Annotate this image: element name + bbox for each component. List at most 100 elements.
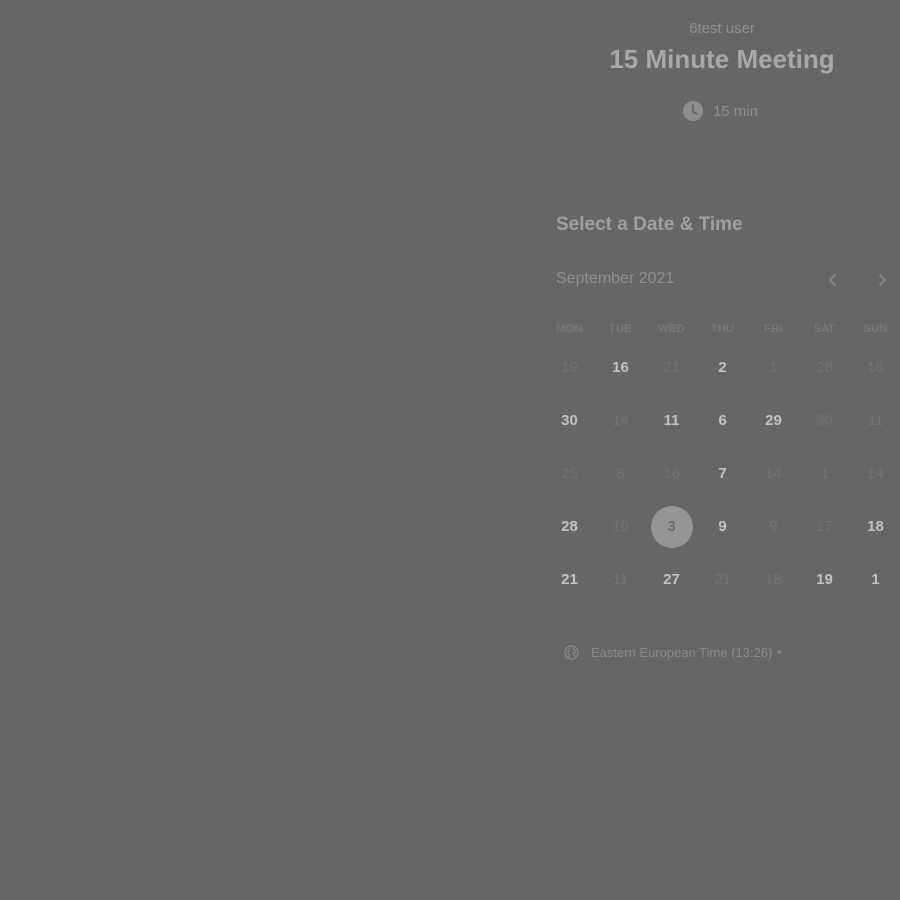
calendar-day-available[interactable]: 28 bbox=[549, 506, 591, 548]
calendar-day-cell: 1 bbox=[748, 341, 799, 394]
calendar-day-selected[interactable]: 3 bbox=[650, 505, 693, 548]
calendar-day-cell: 18 bbox=[748, 553, 799, 606]
calendar-day-cell: 9 bbox=[697, 500, 748, 553]
calendar-day-disabled: 11 bbox=[612, 571, 629, 588]
previous-month-button[interactable] bbox=[819, 266, 847, 294]
calendar-weeks: 19 16 21 2 1 28 16 30 14 11 6 29 30 11 25 8 16 7 14 1 14 28 10… bbox=[544, 341, 900, 606]
weekday-label: THU bbox=[710, 322, 735, 335]
calendar-day-cell: 8 bbox=[595, 447, 646, 500]
calendar-day-available[interactable]: 29 bbox=[753, 400, 795, 442]
calendar-day-cell: 1 bbox=[850, 553, 900, 606]
calendar-day-disabled: 8 bbox=[616, 465, 625, 482]
calendar-day-disabled: 1 bbox=[820, 465, 829, 482]
calendar-day-cell: 28 bbox=[544, 500, 595, 553]
calendar-week-row: 19 16 21 2 1 28 16 bbox=[544, 341, 900, 394]
calendar-day-cell: 7 bbox=[697, 447, 748, 500]
calendar-day-cell: 9 bbox=[748, 500, 799, 553]
calendar-day-cell: 1 bbox=[799, 447, 850, 500]
calendar-day-disabled: 25 bbox=[561, 465, 578, 482]
weekday-label: SUN bbox=[863, 322, 888, 335]
calendar-day-cell: 21 bbox=[646, 341, 697, 394]
clock-icon bbox=[682, 100, 704, 122]
calendar-day-cell: 30 bbox=[544, 394, 595, 447]
calendar-day-cell: 11 bbox=[595, 553, 646, 606]
calendar-day-cell: 16 bbox=[595, 341, 646, 394]
calendar-day-cell: 25 bbox=[544, 447, 595, 500]
event-title: 15 Minute Meeting bbox=[609, 44, 835, 74]
next-month-button[interactable] bbox=[868, 266, 896, 294]
event-duration: 15 min bbox=[682, 100, 758, 122]
calendar-day-cell: 19 bbox=[799, 553, 850, 606]
weekday-label: FRI bbox=[764, 322, 783, 335]
calendar-day-available[interactable]: 19 bbox=[804, 559, 846, 601]
calendar-day-cell: 6 bbox=[697, 394, 748, 447]
calendar-week-row: 30 14 11 6 29 30 11 bbox=[544, 394, 900, 447]
organizer-name: 6test user bbox=[689, 20, 755, 37]
duration-label: 15 min bbox=[713, 102, 759, 120]
calendar-day-cell: 3 bbox=[646, 500, 697, 553]
caret-down-icon: ▾ bbox=[777, 647, 782, 657]
calendar-day-available[interactable]: 30 bbox=[549, 400, 591, 442]
calendar-day-available[interactable]: 27 bbox=[651, 559, 693, 601]
calendar-grid: MON TUE WED THU FRI SAT SUN 19 16 21 2 1 28 16… bbox=[544, 316, 900, 606]
calendar-day-cell: 19 bbox=[544, 341, 595, 394]
calendar-day-cell: 11 bbox=[850, 394, 900, 447]
calendar-week-row: 25 8 16 7 14 1 14 bbox=[544, 447, 900, 500]
booking-page: 6test user 15 Minute Meeting 15 min Sele… bbox=[0, 0, 900, 900]
calendar-day-available[interactable]: 21 bbox=[549, 559, 591, 601]
calendar-day-cell: 17 bbox=[799, 500, 850, 553]
weekday-label: TUE bbox=[609, 322, 632, 335]
weekday-label: MON bbox=[556, 322, 583, 335]
month-label: September 2021 bbox=[556, 270, 675, 287]
globe-icon bbox=[564, 644, 579, 660]
calendar-day-cell: 21 bbox=[544, 553, 595, 606]
calendar-day-disabled: 16 bbox=[663, 465, 680, 482]
weekday-label: SAT bbox=[813, 322, 836, 335]
calendar-day-available[interactable]: 9 bbox=[702, 506, 744, 548]
calendar-day-available[interactable]: 2 bbox=[702, 347, 744, 389]
calendar-day-cell: 14 bbox=[595, 394, 646, 447]
calendar-day-available[interactable]: 18 bbox=[855, 506, 897, 548]
calendar-day-disabled: 19 bbox=[561, 359, 578, 376]
calendar-day-cell: 21 bbox=[697, 553, 748, 606]
calendar-day-cell: 28 bbox=[799, 341, 850, 394]
calendar-day-cell: 30 bbox=[799, 394, 850, 447]
calendar-day-disabled: 21 bbox=[663, 359, 680, 376]
calendar-day-disabled: 14 bbox=[612, 412, 629, 429]
calendar-day-cell: 11 bbox=[646, 394, 697, 447]
timezone-selector[interactable]: Eastern European Time (13:26) ▾ bbox=[564, 642, 781, 662]
calendar-week-row: 28 10 3 9 9 17 18 bbox=[544, 500, 900, 553]
chevron-right-icon bbox=[876, 273, 888, 287]
calendar-day-disabled: 14 bbox=[765, 465, 782, 482]
calendar-day-available[interactable]: 16 bbox=[600, 347, 642, 389]
calendar-day-cell: 18 bbox=[850, 500, 900, 553]
calendar-day-available[interactable]: 7 bbox=[702, 453, 744, 495]
calendar-day-disabled: 21 bbox=[714, 571, 731, 588]
calendar-day-disabled: 14 bbox=[867, 465, 884, 482]
calendar-day-available[interactable]: 1 bbox=[855, 559, 897, 601]
calendar-day-disabled: 30 bbox=[816, 412, 833, 429]
calendar-day-disabled: 1 bbox=[769, 359, 778, 376]
calendar-day-cell: 16 bbox=[646, 447, 697, 500]
calendar-day-disabled: 17 bbox=[816, 518, 833, 535]
calendar-day-available[interactable]: 6 bbox=[702, 400, 744, 442]
calendar-day-disabled: 10 bbox=[612, 518, 629, 535]
chevron-left-icon bbox=[827, 273, 839, 287]
calendar-day-cell: 10 bbox=[595, 500, 646, 553]
calendar-day-disabled: 9 bbox=[769, 518, 778, 535]
calendar-day-cell: 14 bbox=[850, 447, 900, 500]
calendar-day-cell: 29 bbox=[748, 394, 799, 447]
calendar-day-available[interactable]: 11 bbox=[651, 400, 693, 442]
calendar-day-disabled: 11 bbox=[867, 412, 884, 429]
calendar-day-cell: 16 bbox=[850, 341, 900, 394]
calendar-day-cell: 2 bbox=[697, 341, 748, 394]
calendar-week-row: 21 11 27 21 18 19 1 bbox=[544, 553, 900, 606]
weekday-label: WED bbox=[658, 322, 685, 335]
calendar-day-cell: 27 bbox=[646, 553, 697, 606]
calendar-day-disabled: 28 bbox=[816, 359, 833, 376]
calendar-day-disabled: 18 bbox=[765, 571, 782, 588]
calendar-day-cell: 14 bbox=[748, 447, 799, 500]
timezone-label: Eastern European Time (13:26) bbox=[591, 644, 773, 660]
calendar-day-disabled: 16 bbox=[867, 359, 884, 376]
weekday-header: MON TUE WED THU FRI SAT SUN bbox=[544, 316, 900, 341]
